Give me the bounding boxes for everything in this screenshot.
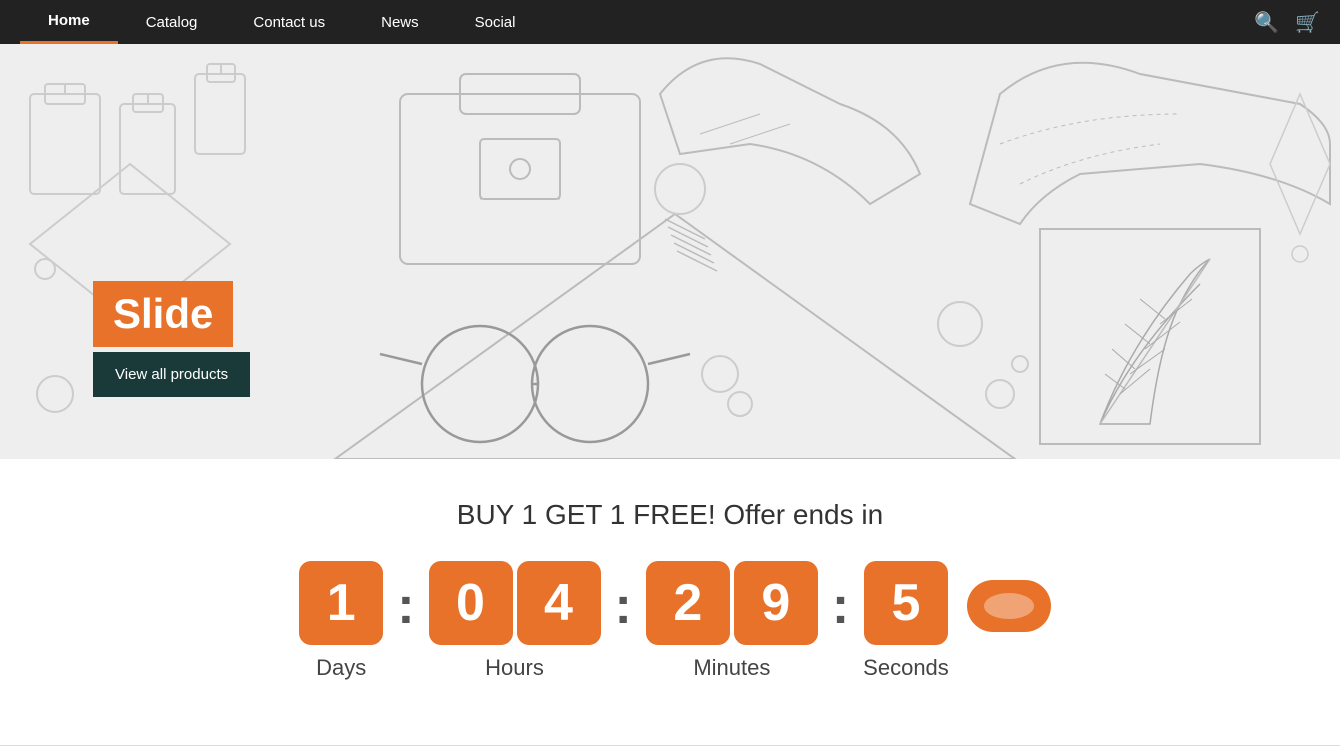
nav-icons: 🔍 🛒 [1254, 10, 1320, 35]
countdown-section: BUY 1 GET 1 FREE! Offer ends in 1 Days :… [0, 459, 1340, 725]
seconds-unit: 5 Seconds [863, 561, 949, 681]
colon-3: : [832, 576, 849, 666]
search-icon[interactable]: 🔍 [1254, 10, 1279, 35]
seconds-value: 5 [892, 577, 921, 629]
colon-2: : [615, 576, 632, 666]
cart-icon[interactable]: 🛒 [1295, 10, 1320, 35]
minutes-ones-digit: 9 [734, 561, 818, 645]
countdown-row: 1 Days : 0 4 Hours : 2 9 Minutes : 5 [0, 561, 1340, 681]
nav-links: Home Catalog Contact us News Social [20, 0, 1254, 44]
navbar: Home Catalog Contact us News Social 🔍 🛒 [0, 0, 1340, 44]
days-label: Days [316, 655, 366, 681]
minutes-digits: 2 9 [646, 561, 818, 645]
seconds-label: Seconds [863, 655, 949, 681]
minutes-tens-digit: 2 [646, 561, 730, 645]
seconds-digit: 5 [864, 561, 948, 645]
nav-item-news[interactable]: News [353, 0, 447, 44]
days-unit: 1 Days [299, 561, 383, 681]
offer-text: BUY 1 GET 1 FREE! Offer ends in [0, 499, 1340, 531]
colon-1: : [397, 576, 414, 666]
days-digit: 1 [299, 561, 383, 645]
hours-label: Hours [485, 655, 544, 681]
minutes-unit: 2 9 Minutes [646, 561, 818, 681]
ellipse-icon [984, 593, 1034, 619]
nav-item-catalog[interactable]: Catalog [118, 0, 226, 44]
minutes-label: Minutes [693, 655, 770, 681]
hours-ones-digit: 4 [517, 561, 601, 645]
slide-label: Slide [93, 281, 233, 347]
nav-item-social[interactable]: Social [447, 0, 544, 44]
nav-item-contact[interactable]: Contact us [225, 0, 353, 44]
hours-unit: 0 4 Hours [429, 561, 601, 681]
hours-tens-digit: 0 [429, 561, 513, 645]
hero-banner: Slide View all products [0, 44, 1340, 459]
hours-digits: 0 4 [429, 561, 601, 645]
nav-item-home[interactable]: Home [20, 0, 118, 44]
spinner-unit [967, 580, 1051, 662]
spinner-block [967, 580, 1051, 632]
view-all-button[interactable]: View all products [93, 352, 250, 397]
